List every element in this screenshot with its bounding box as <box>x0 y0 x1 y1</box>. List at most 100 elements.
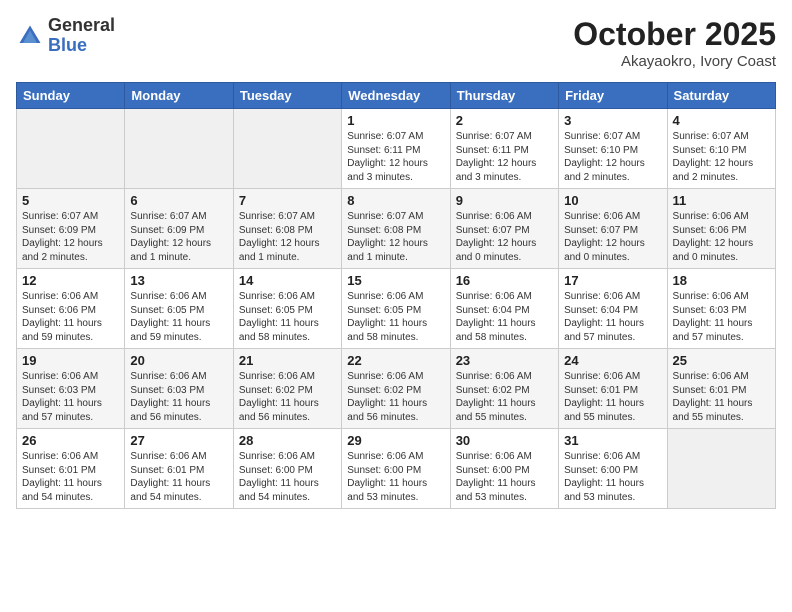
day-number: 8 <box>347 193 444 208</box>
day-info: Sunrise: 6:06 AMSunset: 6:01 PMDaylight:… <box>564 370 661 424</box>
calendar-body: 1 Sunrise: 6:07 AMSunset: 6:11 PMDaylight… <box>17 109 776 509</box>
calendar-week-row: 12 Sunrise: 6:06 AMSunset: 6:06 PMDayligh… <box>17 269 776 349</box>
day-info: Sunrise: 6:06 AMSunset: 6:00 PMDaylight:… <box>456 450 553 504</box>
day-info: Sunrise: 6:07 AMSunset: 6:09 PMDaylight:… <box>22 210 119 264</box>
day-number: 10 <box>564 193 661 208</box>
day-info: Sunrise: 6:06 AMSunset: 6:05 PMDaylight:… <box>239 290 336 344</box>
weekday-header: Sunday <box>17 83 125 109</box>
calendar-cell: 18 Sunrise: 6:06 AMSunset: 6:03 PMDayligh… <box>667 269 775 349</box>
calendar-cell: 16 Sunrise: 6:06 AMSunset: 6:04 PMDayligh… <box>450 269 558 349</box>
day-number: 13 <box>130 273 227 288</box>
calendar-cell: 5 Sunrise: 6:07 AMSunset: 6:09 PMDaylight… <box>17 189 125 269</box>
location-subtitle: Akayaokro, Ivory Coast <box>573 53 776 70</box>
day-info: Sunrise: 6:07 AMSunset: 6:08 PMDaylight:… <box>239 210 336 264</box>
calendar-cell: 15 Sunrise: 6:06 AMSunset: 6:05 PMDayligh… <box>342 269 450 349</box>
calendar-cell: 1Sunrise: 6:07 AMSunset: 6:11 PMDaylight… <box>342 109 450 189</box>
calendar-cell: 4 Sunrise: 6:07 AMSunset: 6:10 PMDaylight… <box>667 109 775 189</box>
day-number: 4 <box>673 113 770 128</box>
calendar-cell <box>667 429 775 509</box>
calendar-cell: 28Sunrise: 6:06 AMSunset: 6:00 PMDayligh… <box>233 429 341 509</box>
day-info: Sunrise: 6:07 AMSunset: 6:10 PMDaylight:… <box>673 130 770 184</box>
calendar-cell: 13Sunrise: 6:06 AMSunset: 6:05 PMDayligh… <box>125 269 233 349</box>
day-number: 30 <box>456 433 553 448</box>
day-number: 5 <box>22 193 119 208</box>
day-info: Sunrise: 6:06 AMSunset: 6:03 PMDaylight:… <box>130 370 227 424</box>
day-info: Sunrise: 6:06 AMSunset: 6:07 PMDaylight:… <box>564 210 661 264</box>
day-number: 16 <box>456 273 553 288</box>
day-number: 12 <box>22 273 119 288</box>
calendar-cell: 30 Sunrise: 6:06 AMSunset: 6:00 PMDayligh… <box>450 429 558 509</box>
weekday-header: Friday <box>559 83 667 109</box>
calendar-table: SundayMondayTuesdayWednesdayThursdayFrid… <box>16 82 776 509</box>
calendar-cell: 20 Sunrise: 6:06 AMSunset: 6:03 PMDayligh… <box>125 349 233 429</box>
calendar-cell: 11 Sunrise: 6:06 AMSunset: 6:06 PMDayligh… <box>667 189 775 269</box>
day-number: 31 <box>564 433 661 448</box>
day-number: 9 <box>456 193 553 208</box>
calendar-cell: 14 Sunrise: 6:06 AMSunset: 6:05 PMDayligh… <box>233 269 341 349</box>
calendar-week-row: 19Sunrise: 6:06 AMSunset: 6:03 PMDayligh… <box>17 349 776 429</box>
calendar-cell: 27 Sunrise: 6:06 AMSunset: 6:01 PMDayligh… <box>125 429 233 509</box>
day-info: Sunrise: 6:06 AMSunset: 6:06 PMDaylight:… <box>673 210 770 264</box>
day-number: 23 <box>456 353 553 368</box>
day-number: 20 <box>130 353 227 368</box>
weekday-header: Wednesday <box>342 83 450 109</box>
calendar-week-row: 26 Sunrise: 6:06 AMSunset: 6:01 PMDayligh… <box>17 429 776 509</box>
day-info: Sunrise: 6:06 AMSunset: 6:03 PMDaylight:… <box>22 370 119 424</box>
calendar-week-row: 1 Sunrise: 6:07 AMSunset: 6:11 PMDaylight… <box>17 109 776 189</box>
calendar-cell: 21 Sunrise: 6:06 AMSunset: 6:02 PMDayligh… <box>233 349 341 429</box>
page-header: General Blue October 2025 Akayaokro, Ivo… <box>16 16 776 70</box>
day-number: 18 <box>673 273 770 288</box>
day-number: 21 <box>239 353 336 368</box>
weekday-header: Saturday <box>667 83 775 109</box>
calendar-cell: 23 Sunrise: 6:06 AMSunset: 6:02 PMDayligh… <box>450 349 558 429</box>
calendar-cell: 31Sunrise: 6:06 AMSunset: 6:00 PMDayligh… <box>559 429 667 509</box>
day-info: Sunrise: 6:06 AMSunset: 6:02 PMDaylight:… <box>456 370 553 424</box>
day-info: Sunrise: 6:06 AMSunset: 6:01 PMDaylight:… <box>673 370 770 424</box>
day-info: Sunrise: 6:06 AMSunset: 6:04 PMDaylight:… <box>456 290 553 344</box>
logo: General Blue <box>16 16 115 56</box>
day-info: Sunrise: 6:07 AMSunset: 6:09 PMDaylight:… <box>130 210 227 264</box>
calendar-cell <box>125 109 233 189</box>
weekday-header: Tuesday <box>233 83 341 109</box>
calendar-cell: 12 Sunrise: 6:06 AMSunset: 6:06 PMDayligh… <box>17 269 125 349</box>
day-info: Sunrise: 6:06 AMSunset: 6:06 PMDaylight:… <box>22 290 119 344</box>
day-number: 25 <box>673 353 770 368</box>
day-info: Sunrise: 6:06 AMSunset: 6:02 PMDaylight:… <box>239 370 336 424</box>
logo-icon <box>16 22 44 50</box>
day-number: 26 <box>22 433 119 448</box>
weekday-header: Thursday <box>450 83 558 109</box>
calendar-cell: 3Sunrise: 6:07 AMSunset: 6:10 PMDaylight… <box>559 109 667 189</box>
day-info: Sunrise: 6:06 AMSunset: 6:07 PMDaylight:… <box>456 210 553 264</box>
day-info: Sunrise: 6:06 AMSunset: 6:03 PMDaylight:… <box>673 290 770 344</box>
day-number: 6 <box>130 193 227 208</box>
weekday-header-row: SundayMondayTuesdayWednesdayThursdayFrid… <box>17 83 776 109</box>
calendar-cell <box>17 109 125 189</box>
day-number: 14 <box>239 273 336 288</box>
day-info: Sunrise: 6:07 AMSunset: 6:08 PMDaylight:… <box>347 210 444 264</box>
calendar-week-row: 5 Sunrise: 6:07 AMSunset: 6:09 PMDaylight… <box>17 189 776 269</box>
calendar-cell <box>233 109 341 189</box>
logo-text: General Blue <box>48 16 115 56</box>
month-title: October 2025 <box>573 16 776 53</box>
day-number: 1 <box>347 113 444 128</box>
day-number: 29 <box>347 433 444 448</box>
calendar-cell: 8 Sunrise: 6:07 AMSunset: 6:08 PMDaylight… <box>342 189 450 269</box>
day-number: 11 <box>673 193 770 208</box>
day-number: 22 <box>347 353 444 368</box>
calendar-cell: 22Sunrise: 6:06 AMSunset: 6:02 PMDayligh… <box>342 349 450 429</box>
day-info: Sunrise: 6:06 AMSunset: 6:00 PMDaylight:… <box>347 450 444 504</box>
day-info: Sunrise: 6:06 AMSunset: 6:01 PMDaylight:… <box>130 450 227 504</box>
title-block: October 2025 Akayaokro, Ivory Coast <box>573 16 776 70</box>
calendar-cell: 26Sunrise: 6:06 AMSunset: 6:01 PMDayligh… <box>17 429 125 509</box>
calendar-cell: 10 Sunrise: 6:06 AMSunset: 6:07 PMDayligh… <box>559 189 667 269</box>
calendar-cell: 2 Sunrise: 6:07 AMSunset: 6:11 PMDaylight… <box>450 109 558 189</box>
day-info: Sunrise: 6:06 AMSunset: 6:05 PMDaylight:… <box>347 290 444 344</box>
logo-general: General <box>48 16 115 36</box>
day-number: 15 <box>347 273 444 288</box>
calendar-header: SundayMondayTuesdayWednesdayThursdayFrid… <box>17 83 776 109</box>
day-number: 27 <box>130 433 227 448</box>
day-number: 2 <box>456 113 553 128</box>
weekday-header: Monday <box>125 83 233 109</box>
day-info: Sunrise: 6:07 AMSunset: 6:10 PMDaylight:… <box>564 130 661 184</box>
day-info: Sunrise: 6:07 AMSunset: 6:11 PMDaylight:… <box>456 130 553 184</box>
